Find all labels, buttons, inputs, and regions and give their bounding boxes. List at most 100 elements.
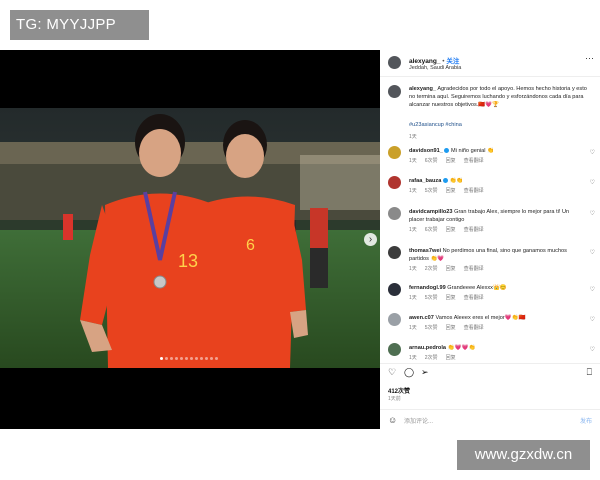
carousel-dot: [190, 357, 193, 360]
page: TG: MYYJJPP 13 6 › alexyang_ • 关注 Jeddah…: [0, 0, 600, 480]
commenter-avatar[interactable]: [388, 207, 401, 220]
ellipsis-icon[interactable]: ···: [585, 53, 594, 63]
comment-input[interactable]: 添加评论...: [404, 416, 433, 425]
watermark-top: TG: MYYJJPP: [10, 10, 149, 40]
photo-illustration: 13 6: [0, 50, 380, 429]
comment-like-heart-icon[interactable]: ♡: [590, 346, 595, 353]
comment-like-heart-icon[interactable]: ♡: [590, 249, 595, 256]
like-count[interactable]: 412次赞: [388, 386, 410, 395]
reply-button[interactable]: 回复: [446, 354, 456, 361]
comment-username[interactable]: thomas7wei: [409, 248, 441, 254]
comment-meta: 1天 2次赞 回复: [409, 354, 464, 361]
comment-meta: 1天 6次赞 回复 查看翻译: [409, 157, 484, 164]
comment-like-heart-icon[interactable]: ♡: [590, 316, 595, 323]
heart-icon[interactable]: ♡: [388, 367, 396, 377]
comment-meta: 1天 5次赞 回复 查看翻译: [409, 187, 484, 194]
translate-button[interactable]: 查看翻译: [464, 294, 484, 301]
reply-button[interactable]: 回复: [446, 294, 456, 301]
author-avatar[interactable]: [388, 56, 401, 69]
translate-button[interactable]: 查看翻译: [464, 226, 484, 233]
carousel-dot: [185, 357, 188, 360]
comment-likes[interactable]: 2次赞: [425, 265, 438, 272]
post-header: alexyang_ • 关注 Jeddah, Saudi Arabia ···: [380, 50, 600, 77]
comment-username[interactable]: rafaa_bauza: [409, 178, 441, 184]
comment-time: 1天: [409, 355, 417, 362]
carousel-dot: [165, 357, 168, 360]
carousel-dot: [215, 357, 218, 360]
comment-likes[interactable]: 2次赞: [425, 354, 438, 361]
comment-meta: 1天 2次赞 回复 查看翻译: [409, 265, 484, 272]
carousel-dot: [160, 357, 163, 360]
bookmark-icon[interactable]: ⎕: [587, 367, 592, 377]
commenter-avatar[interactable]: [388, 313, 401, 326]
caption-avatar[interactable]: [388, 85, 401, 98]
comment-like-heart-icon[interactable]: ♡: [590, 210, 595, 217]
verified-badge-icon: [444, 148, 450, 154]
post-sidebar: alexyang_ • 关注 Jeddah, Saudi Arabia ··· …: [380, 50, 600, 429]
reply-button[interactable]: 回复: [446, 265, 456, 272]
comment-meta: 1天 5次赞 回复 查看翻译: [409, 294, 484, 301]
comment-text: 👏👏: [449, 178, 464, 184]
comment-time: 1天: [409, 325, 417, 332]
translate-button[interactable]: 查看翻译: [464, 265, 484, 272]
follow-button[interactable]: 关注: [446, 58, 459, 65]
comment-like-heart-icon[interactable]: ♡: [590, 179, 595, 186]
comment-username[interactable]: awen.c07: [409, 315, 434, 321]
comment-likes[interactable]: 6次赞: [425, 157, 438, 164]
commenter-avatar[interactable]: [388, 283, 401, 296]
comment-likes[interactable]: 6次赞: [425, 226, 438, 233]
comment-like-heart-icon[interactable]: ♡: [590, 149, 595, 156]
commenter-avatar[interactable]: [388, 146, 401, 159]
post-location[interactable]: Jeddah, Saudi Arabia: [409, 65, 461, 71]
player-right-number: 6: [246, 237, 255, 254]
comment-username[interactable]: davidson91_: [409, 148, 443, 154]
comment-likes[interactable]: 5次赞: [425, 294, 438, 301]
caption-text: Agradecidos por todo el apoyo. Hemos hec…: [409, 86, 587, 109]
comment-username[interactable]: fernandogl.99: [409, 285, 446, 291]
comment-like-heart-icon[interactable]: ♡: [590, 286, 595, 293]
watermark-bottom: www.gzxdw.cn: [457, 440, 590, 470]
verified-badge-icon: [442, 178, 448, 184]
separator-dot: •: [442, 58, 445, 65]
translate-button[interactable]: 查看翻译: [464, 157, 484, 164]
carousel-dots: [160, 357, 218, 360]
carousel-dot: [175, 357, 178, 360]
caption-username[interactable]: alexyang_: [409, 86, 436, 92]
reply-button[interactable]: 回复: [446, 324, 456, 331]
comment-text: Grandeeee Alexxx👑😊: [447, 285, 507, 291]
post-photo[interactable]: 13 6 ›: [0, 50, 380, 429]
commenter-avatar[interactable]: [388, 343, 401, 356]
reply-button[interactable]: 回复: [446, 226, 456, 233]
comment-time: 1天: [409, 295, 417, 302]
comment-likes[interactable]: 5次赞: [425, 324, 438, 331]
post-comment-button[interactable]: 发布: [580, 416, 592, 425]
author-username[interactable]: alexyang_: [409, 58, 440, 65]
comment-username[interactable]: arnau.pedrola: [409, 345, 446, 351]
carousel-dot: [195, 357, 198, 360]
carousel-dot: [210, 357, 213, 360]
comment-meta: 1天 5次赞 回复 查看翻译: [409, 324, 484, 331]
comment-likes[interactable]: 5次赞: [425, 187, 438, 194]
action-bar: ♡ ◯ ➢ ⎕: [380, 363, 600, 377]
add-comment-bar: ☺ 添加评论... 发布: [380, 409, 600, 429]
commenter-avatar[interactable]: [388, 176, 401, 189]
player-left-number: 13: [178, 251, 198, 271]
caption-hashtags[interactable]: #u23asiancup #china: [409, 122, 462, 128]
commenter-avatar[interactable]: [388, 246, 401, 259]
comment-time: 1天: [409, 266, 417, 273]
carousel-dot: [180, 357, 183, 360]
comment-text: Vamos Aleeex eres el mejor💗👏🇨🇳: [435, 315, 526, 321]
reply-button[interactable]: 回复: [446, 157, 456, 164]
carousel-dot: [170, 357, 173, 360]
share-icon[interactable]: ➢: [421, 367, 429, 377]
comment-icon[interactable]: ◯: [404, 367, 414, 377]
comment-time: 1天: [409, 227, 417, 234]
reply-button[interactable]: 回复: [446, 187, 456, 194]
smiley-icon[interactable]: ☺: [388, 415, 397, 425]
chevron-right-icon[interactable]: ›: [364, 233, 377, 246]
caption-time: 1天: [409, 134, 417, 140]
comment-meta: 1天 6次赞 回复 查看翻译: [409, 226, 484, 233]
translate-button[interactable]: 查看翻译: [464, 187, 484, 194]
comment-username[interactable]: davidcampillo23: [409, 209, 453, 215]
translate-button[interactable]: 查看翻译: [464, 324, 484, 331]
